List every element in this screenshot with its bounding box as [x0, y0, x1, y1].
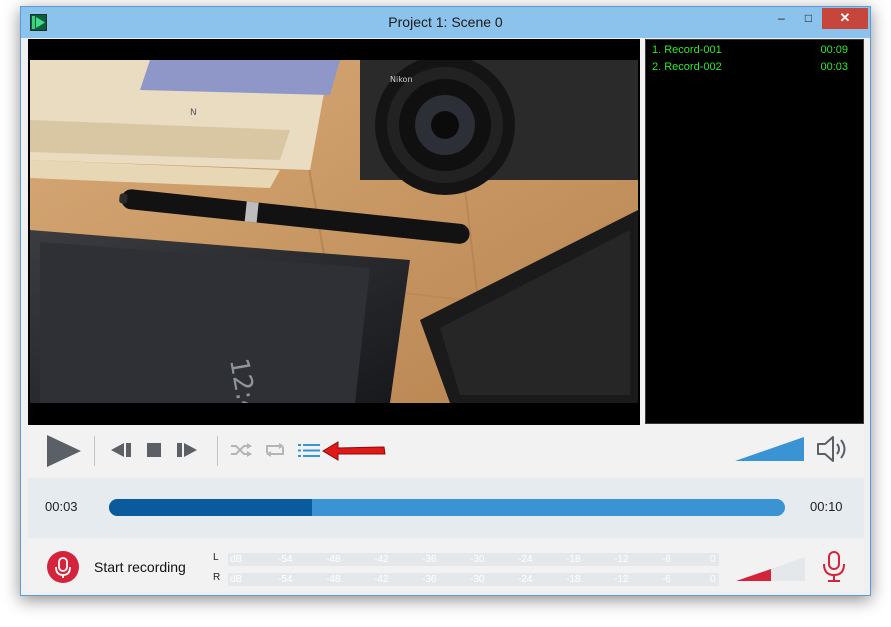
play-icon[interactable]: [45, 433, 83, 474]
recording-bar: Start recording L dB -54 -48 -42 -36 -30 -24 -1…: [28, 538, 864, 591]
playlist-item-name: 1. Record-001: [652, 44, 722, 56]
start-recording-label[interactable]: Start recording: [94, 559, 186, 575]
next-icon[interactable]: [176, 442, 200, 463]
meter-tick-label: -12: [614, 554, 629, 565]
volume-slider[interactable]: [735, 436, 805, 467]
playlist-item[interactable]: 2. Record-002 00:03: [652, 61, 848, 75]
playlist-item-duration: 00:09: [820, 44, 848, 56]
toolbar-separator: [217, 436, 218, 466]
player-client-area: N Nikon 12:48 1. Record-001 00:09 2. Rec…: [28, 38, 864, 591]
meter-tick-label: 0: [710, 574, 716, 585]
maximize-button[interactable]: □: [795, 8, 822, 29]
minimize-button[interactable]: –: [768, 8, 795, 29]
title-bar[interactable]: Project 1: Scene 0 – □ ✕: [21, 7, 870, 38]
meter-tick-label: -48: [326, 554, 341, 565]
annotation-arrow-icon: [322, 440, 388, 467]
close-button[interactable]: ✕: [822, 8, 868, 29]
svg-text:N: N: [190, 108, 197, 118]
meter-tick-label: -24: [518, 574, 533, 585]
app-window: Project 1: Scene 0 – □ ✕ N Nikon 12:48 1…: [20, 6, 871, 596]
meter-tick-label: -42: [374, 554, 389, 565]
previous-icon[interactable]: [108, 442, 132, 463]
meter-tick-label: dB: [230, 574, 243, 585]
playlist-panel[interactable]: 1. Record-001 00:09 2. Record-002 00:03: [645, 39, 864, 424]
meter-tick-label: -36: [422, 574, 437, 585]
meter-tick-label: dB: [230, 554, 243, 565]
playlist-icon[interactable]: [298, 443, 320, 463]
meter-channel-label: L: [213, 552, 219, 563]
meter-tick-label: -30: [470, 574, 485, 585]
svg-text:Nikon: Nikon: [390, 75, 413, 84]
seek-bar[interactable]: [109, 499, 785, 516]
microphone-icon[interactable]: [822, 551, 846, 588]
meter-bar: dB -54 -48 -42 -36 -30 -24 -18 -12 -6 0: [228, 553, 719, 566]
total-time: 00:10: [810, 499, 843, 514]
meter-tick-label: -54: [278, 574, 293, 585]
meter-tick-label: -12: [614, 574, 629, 585]
playlist-item-name: 2. Record-002: [652, 61, 722, 73]
toolbar-separator: [94, 436, 95, 466]
stop-icon[interactable]: [146, 442, 162, 463]
video-frame-image: N Nikon 12:48: [30, 60, 638, 403]
speaker-icon[interactable]: [816, 434, 852, 469]
playlist-item[interactable]: 1. Record-001 00:09: [652, 44, 848, 58]
level-meter-right: R dB -54 -48 -42 -36 -30 -24 -18 -12 -6 0: [213, 572, 719, 586]
mic-gain-slider[interactable]: [736, 556, 806, 587]
video-viewport[interactable]: N Nikon 12:48: [28, 39, 640, 425]
current-time: 00:03: [45, 499, 78, 514]
seek-bar-played: [109, 499, 312, 516]
meter-channel-label: R: [213, 572, 221, 583]
meter-bar: dB -54 -48 -42 -36 -30 -24 -18 -12 -6 0: [228, 573, 719, 586]
microphone-record-icon[interactable]: [46, 550, 80, 589]
window-title: Project 1: Scene 0: [388, 14, 503, 30]
meter-tick-label: -6: [662, 554, 671, 565]
playback-toolbar: [28, 425, 864, 477]
meter-tick-label: -42: [374, 574, 389, 585]
meter-tick-label: -6: [662, 574, 671, 585]
repeat-icon[interactable]: [264, 443, 286, 462]
meter-tick-label: -54: [278, 554, 293, 565]
meter-tick-label: -30: [470, 554, 485, 565]
level-meter-left: L dB -54 -48 -42 -36 -30 -24 -18 -12 -6 0: [213, 552, 719, 566]
meter-tick-label: -18: [566, 554, 581, 565]
shuffle-icon[interactable]: [230, 443, 252, 462]
meter-tick-label: -24: [518, 554, 533, 565]
seek-bar-area: 00:03 00:10: [28, 478, 864, 538]
meter-tick-label: -18: [566, 574, 581, 585]
playlist-item-duration: 00:03: [820, 61, 848, 73]
meter-tick-label: 0: [710, 554, 716, 565]
meter-tick-label: -48: [326, 574, 341, 585]
meter-tick-label: -36: [422, 554, 437, 565]
